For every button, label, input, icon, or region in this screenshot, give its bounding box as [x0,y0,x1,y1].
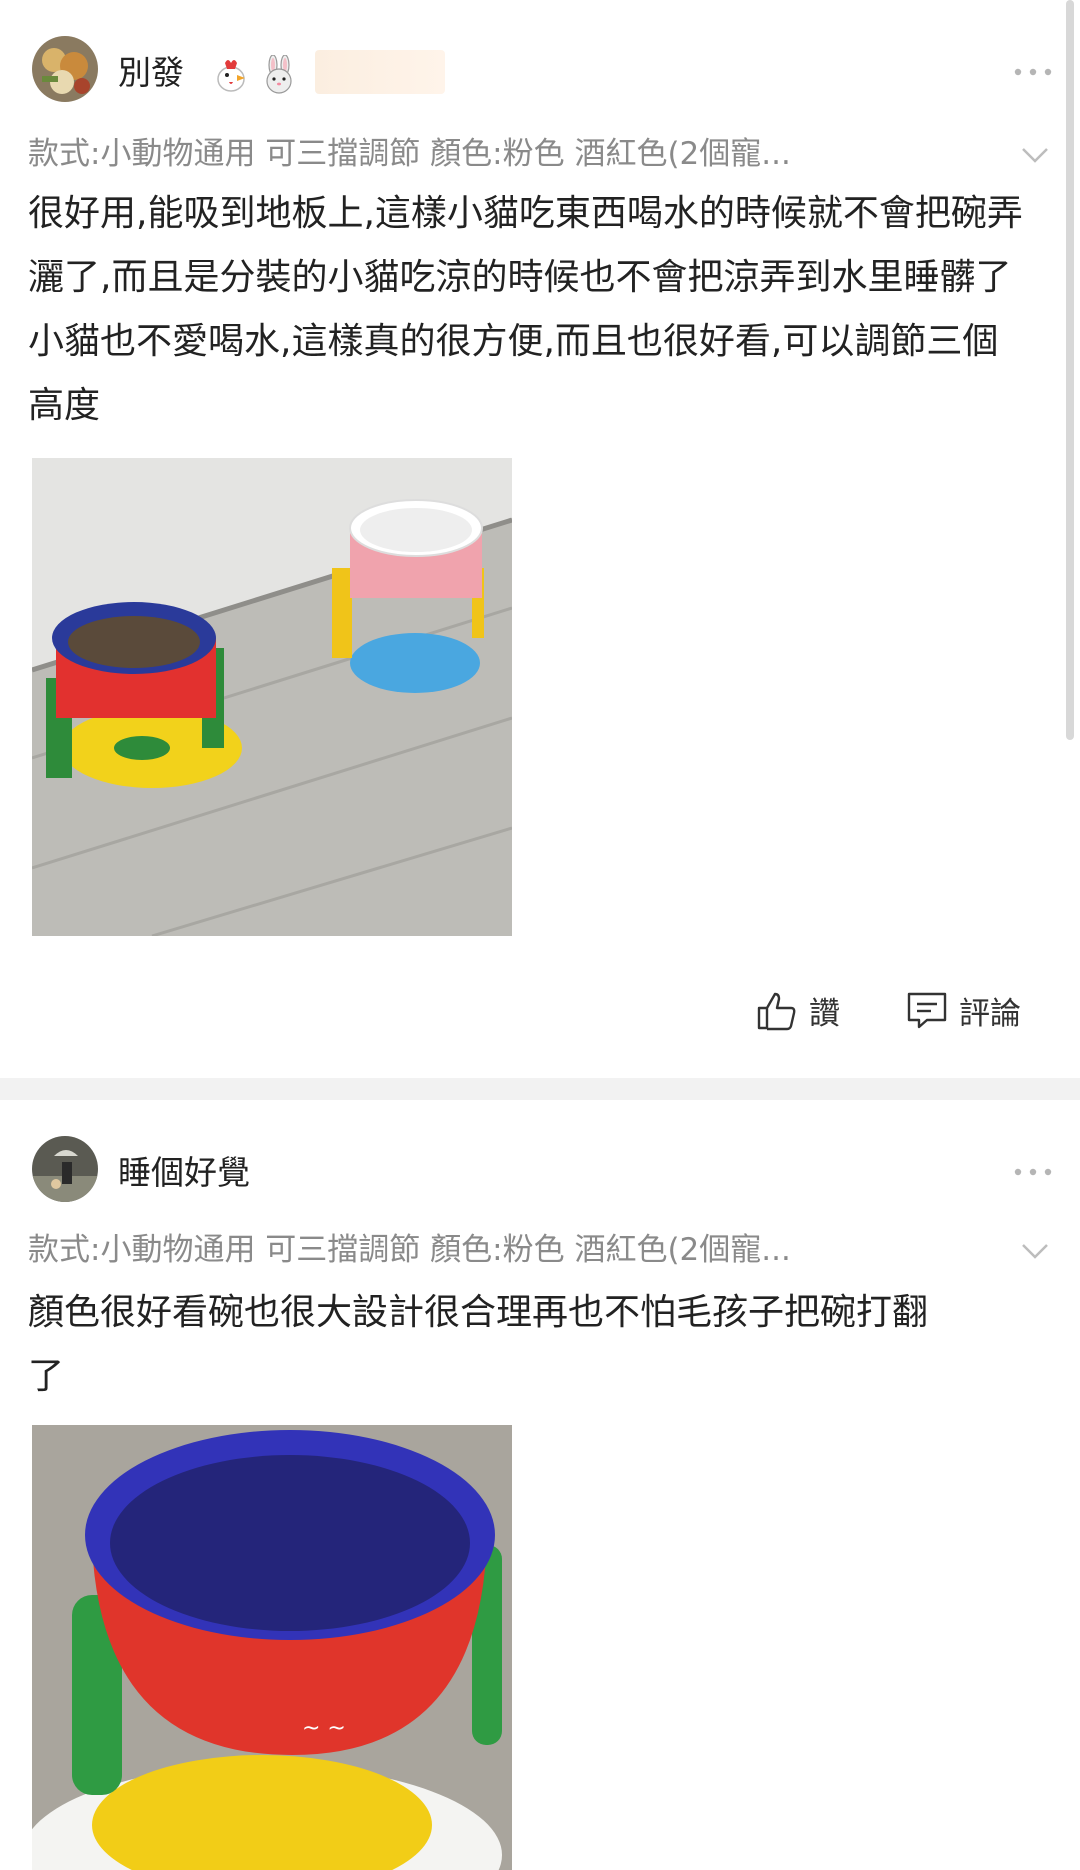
username-text: 別發 [118,53,184,92]
review-card: 別發 款式:小動物通用 可三擋調節 顏色:粉色 酒紅色(2個寵... 很好用,能… [0,0,1080,1078]
section-divider [0,1078,1080,1100]
thumbs-up-icon [757,992,796,1031]
like-label: 讚 [809,995,840,1032]
comment-button[interactable]: 評論 [905,988,1021,1032]
username[interactable]: 睡個好覺 [118,1146,250,1194]
more-icon[interactable] [1014,68,1052,76]
chevron-down-icon[interactable] [1020,146,1050,164]
avatar[interactable] [32,36,98,102]
variant-info: 款式:小動物通用 可三擋調節 顏色:粉色 酒紅色(2個寵... [28,1232,791,1268]
review-text: 顏色很好看碗也很大設計很合理再也不怕毛孩子把碗打翻了 [28,1292,929,1397]
username-text: 睡個好覺 [118,1153,250,1192]
review-card: 睡個好覺 款式:小動物通用 可三擋調節 顏色:粉色 酒紅色(2個寵... 顏色很… [0,1100,1080,1870]
more-icon[interactable] [1014,1168,1052,1176]
comment-icon [907,992,947,1029]
rabbit-emoji-icon [265,54,292,94]
variant-info: 款式:小動物通用 可三擋調節 顏色:粉色 酒紅色(2個寵... [28,136,791,172]
like-button[interactable]: 讚 [755,988,840,1032]
comment-label: 評論 [959,995,1021,1032]
svg-text:~ ~: ~ ~ [302,1716,346,1741]
redacted-badge [315,50,445,94]
chicken-emoji-icon [216,59,245,92]
review-photo[interactable] [32,458,512,936]
username[interactable]: 別發 [118,46,307,95]
review-photo[interactable]: ~ ~ [32,1425,512,1870]
avatar[interactable] [32,1136,98,1202]
review-text: 很好用,能吸到地板上,這樣小貓吃東西喝水的時候就不會把碗弄灑了,而且是分裝的小貓… [28,193,1023,426]
action-bar: 讚 評論 [0,988,1080,1032]
chevron-down-icon[interactable] [1020,1242,1050,1260]
